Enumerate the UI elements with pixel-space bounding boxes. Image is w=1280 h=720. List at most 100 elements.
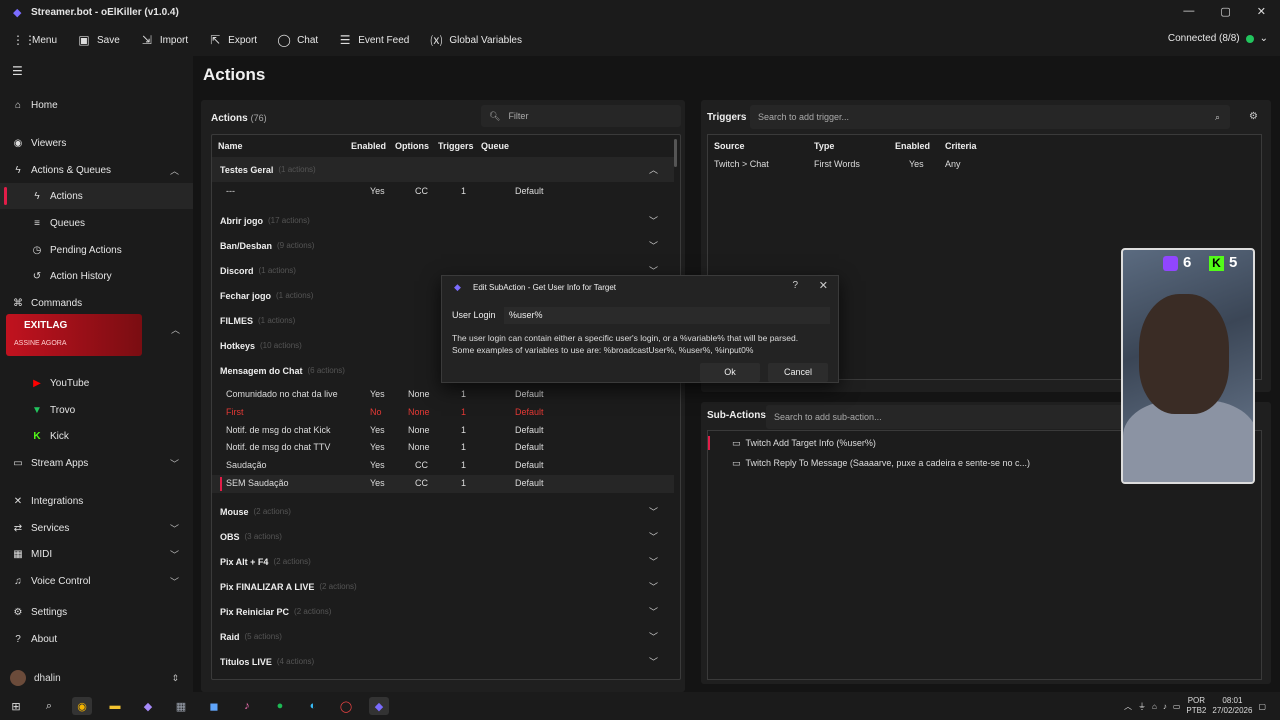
music-icon[interactable]: ♪	[237, 697, 257, 715]
filter-input[interactable]: 🔍︎ Filter	[481, 105, 681, 127]
sidebar-item-services[interactable]: ⇄ Services ﹀	[0, 515, 193, 541]
group-abrir-jogo[interactable]: Abrir jogo (17 actions) ﹀	[212, 208, 674, 233]
export-button[interactable]: ⇱ Export	[208, 33, 257, 47]
minimize-button[interactable]: —	[1183, 5, 1194, 18]
system-tray: ︿ ⏚ ⌂ ♪ ▭ POR PTB2 08:01 27/02/2026 ▢	[1124, 696, 1266, 716]
close-icon[interactable]: ✕	[819, 279, 828, 292]
group-testes-geral[interactable]: Testes Geral (1 actions) ︿	[212, 157, 674, 182]
sidebar-item-settings[interactable]: ⚙ Settings	[0, 599, 193, 625]
save-button[interactable]: ▣ Save	[77, 33, 119, 47]
group-obs[interactable]: OBS (3 actions) ﹀	[212, 524, 674, 549]
sidebar-item-stream-apps[interactable]: ▭ Stream Apps ﹀	[0, 450, 193, 476]
settings-icon[interactable]: ⚙	[1249, 111, 1258, 122]
sidebar-item-youtube[interactable]: ▶ YouTube	[0, 370, 193, 396]
outlook-icon[interactable]: ◼	[204, 697, 224, 715]
teams-icon[interactable]: ◆	[138, 697, 158, 715]
sidebar-item-integrations[interactable]: ✕ Integrations	[0, 488, 193, 514]
global-variables-button[interactable]: ⒳ Global Variables	[429, 32, 522, 49]
sidebar-item-about[interactable]: ? About	[0, 626, 193, 652]
sidebar-item-viewers[interactable]: ◉ Viewers	[0, 130, 193, 156]
sidebar-item-action-history[interactable]: ↺ Action History	[0, 263, 193, 289]
kick-icon: K	[33, 430, 41, 442]
edge-icon[interactable]: ◐	[303, 697, 323, 715]
chevron-down-icon: ﹀	[648, 557, 658, 567]
help-button[interactable]: ?	[792, 280, 798, 291]
column-header-source[interactable]: Source	[714, 141, 745, 151]
maximize-button[interactable]: ▢	[1220, 5, 1230, 18]
column-header-options[interactable]: Options	[395, 141, 429, 151]
trigger-row[interactable]: Twitch > Chat First Words Yes Any	[708, 156, 1261, 174]
sidebar-item-trovo[interactable]: ▼ Trovo	[0, 397, 193, 423]
column-header-queue[interactable]: Queue	[481, 141, 509, 151]
column-header-enabled[interactable]: Enabled	[351, 141, 386, 151]
event-feed-button[interactable]: ☰ Event Feed	[338, 33, 410, 47]
scrollbar[interactable]	[674, 139, 677, 167]
group-titulos-live[interactable]: Titulos LIVE (4 actions) ﹀	[212, 649, 674, 674]
connection-status[interactable]: Connected (8/8) ⌄	[1168, 33, 1268, 44]
battery-icon[interactable]: ▭	[1173, 702, 1181, 711]
column-header-triggers[interactable]: Triggers	[438, 141, 474, 151]
hamburger-icon[interactable]: ☰	[12, 64, 23, 78]
chevron-up-icon[interactable]: ︿	[1124, 701, 1132, 712]
clock[interactable]: 08:01 27/02/2026	[1212, 696, 1252, 716]
volume-icon[interactable]: ♪	[1163, 702, 1167, 711]
chat-button[interactable]: ◯ Chat	[277, 33, 318, 47]
column-header-criteria[interactable]: Criteria	[945, 141, 977, 151]
folder-icon[interactable]: ▬	[105, 697, 125, 715]
group-pix-finalizar[interactable]: Pix FINALIZAR A LIVE (2 actions) ﹀	[212, 574, 674, 599]
opera-icon[interactable]: ◯	[336, 697, 356, 715]
table-row[interactable]: Notif. de msg do chat TTV Yes None 1 Default	[212, 439, 674, 457]
sidebar-item-home[interactable]: ⌂ Home	[0, 92, 193, 118]
sidebar-item-actions[interactable]: ϟ Actions	[0, 183, 193, 209]
language-indicator[interactable]: POR PTB2	[1186, 696, 1206, 716]
chevron-down-icon: ﹀	[648, 607, 658, 617]
table-row-selected[interactable]: SEM Saudação Yes CC 1 Default	[212, 475, 674, 493]
table-row[interactable]: --- Yes CC 1 Default	[212, 183, 674, 201]
sidebar-item-queues[interactable]: ≡ Queues	[0, 210, 193, 236]
sidebar-item-commands[interactable]: ⌘ Commands	[0, 290, 193, 316]
column-header-type[interactable]: Type	[814, 141, 834, 151]
sidebar-item-actions-queues[interactable]: ϟ Actions & Queues ︿	[0, 157, 193, 183]
kick-viewer-count: 5	[1229, 254, 1238, 271]
chrome-icon[interactable]: ◉	[72, 697, 92, 715]
streamerbot-logo-icon: ◆	[13, 7, 22, 19]
ok-button[interactable]: Ok	[700, 363, 760, 382]
group-mouse[interactable]: Mouse (2 actions) ﹀	[212, 499, 674, 524]
chevron-down-icon: ⌄	[1259, 33, 1268, 44]
spotify-icon[interactable]: ●	[270, 697, 290, 715]
import-button[interactable]: ⇲ Import	[140, 33, 188, 47]
chevron-up-icon[interactable]: ︿	[171, 323, 180, 336]
network-icon[interactable]: ⌂	[1152, 702, 1157, 711]
cancel-button[interactable]: Cancel	[768, 363, 828, 382]
user-profile[interactable]: dhalin ⇕	[0, 664, 193, 692]
streamerbot-icon[interactable]: ◆	[369, 697, 389, 715]
search-icon[interactable]: ⌕	[39, 697, 59, 715]
table-row[interactable]: Saudação Yes CC 1 Default	[212, 457, 674, 475]
group-pix-reiniciar[interactable]: Pix Reiniciar PC (2 actions) ﹀	[212, 599, 674, 624]
windows-start-icon[interactable]: ⊞	[6, 697, 26, 715]
taskbar: ⊞ ⌕ ◉ ▬ ◆ ▦ ◼ ♪ ● ◐ ◯ ◆ ︿ ⏚ ⌂ ♪ ▭ POR PTB…	[0, 692, 1280, 720]
menu-button[interactable]: ⋮⋮ Menu	[12, 33, 57, 47]
close-button[interactable]: ✕	[1257, 5, 1266, 18]
notification-icon[interactable]: ▢	[1258, 702, 1266, 711]
user-login-field[interactable]: %user%	[504, 307, 830, 324]
exitlag-ad-banner[interactable]: EXITLAG ASSINE AGORA	[6, 314, 142, 356]
calculator-icon[interactable]: ▦	[171, 697, 191, 715]
usb-icon[interactable]: ⏚	[1138, 701, 1146, 712]
column-header-name[interactable]: Name	[218, 141, 243, 151]
feed-icon: ☰	[339, 33, 351, 47]
group-ban-desban[interactable]: Ban/Desban (9 actions) ﹀	[212, 233, 674, 258]
sidebar-item-voice-control[interactable]: ♫ Voice Control ﹀	[0, 568, 193, 594]
sidebar-item-kick[interactable]: K Kick	[0, 423, 193, 449]
group-pix-alt-f4[interactable]: Pix Alt + F4 (2 actions) ﹀	[212, 549, 674, 574]
column-header-enabled[interactable]: Enabled	[895, 141, 930, 151]
group-raid[interactable]: Raid (5 actions) ﹀	[212, 624, 674, 649]
table-row[interactable]: Notif. de msg do chat Kick Yes None 1 Defaul…	[212, 422, 674, 440]
sidebar-item-midi[interactable]: ▦ MIDI ﹀	[0, 541, 193, 567]
table-row[interactable]: First No None 1 Default	[212, 404, 674, 422]
help-text: The user login can contain either a spec…	[452, 333, 799, 355]
table-row[interactable]: Comunidado no chat da live Yes None 1 Defaul…	[212, 386, 674, 404]
sidebar-item-pending-actions[interactable]: ◷ Pending Actions	[0, 237, 193, 263]
trigger-search-input[interactable]: Search to add trigger... ⌕	[750, 105, 1230, 129]
apps-icon: ▭	[13, 457, 23, 469]
